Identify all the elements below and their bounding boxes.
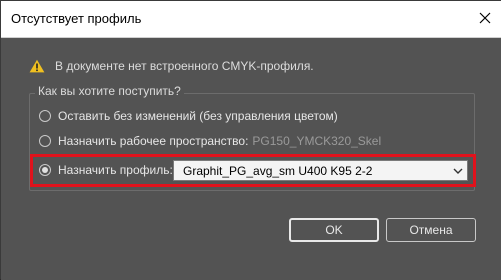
warning-message: В документе нет встроенного CMYK-профиля… bbox=[55, 59, 314, 73]
close-icon[interactable] bbox=[472, 5, 498, 31]
options-group-label: Как вы хотите поступить? bbox=[35, 84, 184, 98]
cancel-button[interactable]: Отмена bbox=[386, 218, 476, 242]
chevron-down-icon[interactable] bbox=[449, 161, 467, 180]
radio-assign-profile[interactable] bbox=[39, 164, 51, 176]
option-label: Оставить без изменений (без управления ц… bbox=[58, 109, 338, 123]
dialog-title: Отсутствует профиль bbox=[11, 11, 142, 26]
title-bar: Отсутствует профиль bbox=[1, 1, 501, 38]
missing-profile-dialog: Отсутствует профиль В документе нет встр… bbox=[0, 0, 501, 280]
radio-leave-as-is[interactable] bbox=[39, 110, 51, 122]
radio-assign-working-space[interactable] bbox=[39, 135, 51, 147]
ok-button[interactable]: OK bbox=[289, 218, 379, 242]
option-label: Назначить профиль: bbox=[58, 163, 173, 177]
profile-select[interactable]: Graphit_PG_avg_sm U400 K95 2-2 bbox=[173, 160, 468, 181]
option-leave-as-is[interactable]: Оставить без изменений (без управления ц… bbox=[39, 107, 338, 125]
option-assign-working-space[interactable]: Назначить рабочее пространство: PG150_YM… bbox=[39, 132, 381, 150]
warning-row: В документе нет встроенного CMYK-профиля… bbox=[29, 57, 314, 75]
profile-select-value: Graphit_PG_avg_sm U400 K95 2-2 bbox=[183, 163, 373, 178]
working-space-name: PG150_YMCK320_Skel bbox=[252, 134, 382, 148]
warning-icon bbox=[29, 59, 45, 73]
option-label: Назначить рабочее пространство: bbox=[58, 134, 249, 148]
option-assign-profile[interactable]: Назначить профиль: bbox=[39, 161, 173, 179]
